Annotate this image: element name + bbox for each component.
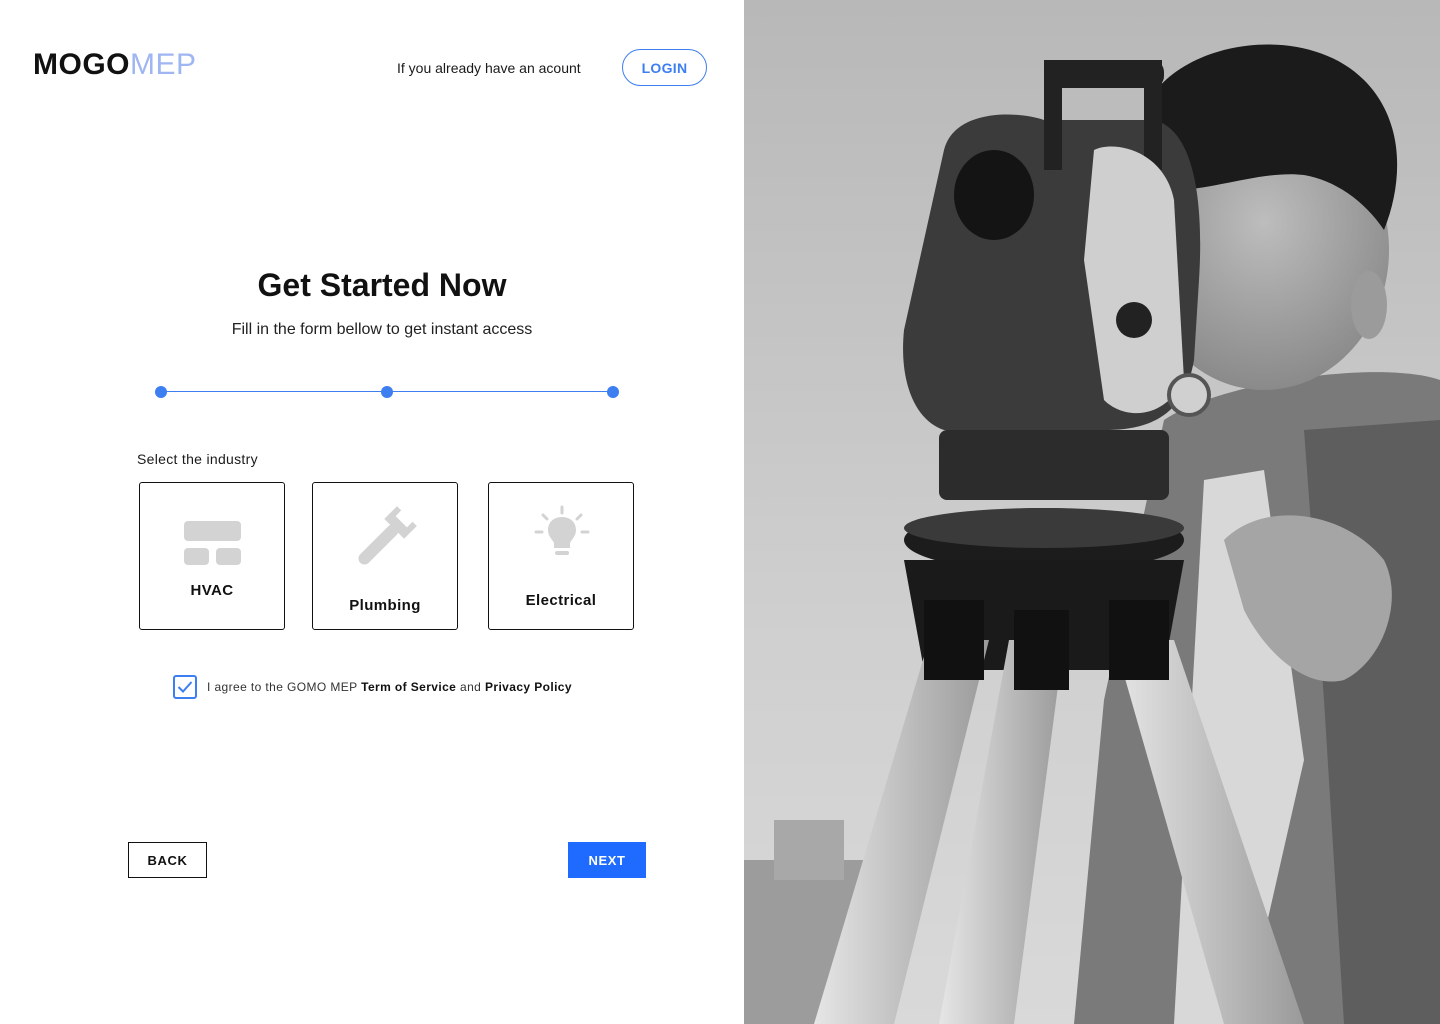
progress-stepper [155,385,619,399]
industry-card-electrical[interactable]: Electrical [488,482,634,630]
terms-of-service-link[interactable]: Term of Service [361,680,456,694]
stepper-step-1[interactable] [155,386,167,398]
next-button[interactable]: NEXT [568,842,646,878]
brand-logo[interactable]: MOGOMEP [33,48,197,82]
checkmark-icon [177,681,193,693]
stepper-step-3[interactable] [607,386,619,398]
industry-label: Select the industry [137,451,258,467]
industry-card-label: Electrical [525,592,597,609]
back-button[interactable]: BACK [128,842,207,878]
brand-logo-part2: MEP [130,48,197,81]
lightbulb-icon [534,505,590,555]
terms-and: and [456,680,485,694]
hero-image [744,0,1440,1024]
industry-card-hvac[interactable]: HVAC [139,482,285,630]
page-title: Get Started Now [257,267,507,303]
industry-card-plumbing[interactable]: Plumbing [312,482,458,630]
signup-panel: MOGOMEP If you already have an acount LO… [0,0,744,1024]
wrench-icon [358,506,417,565]
brand-logo-part1: MOGO [33,48,130,81]
login-button[interactable]: LOGIN [622,49,707,86]
terms-agreement: I agree to the GOMO MEP Term of Service … [173,675,572,699]
privacy-policy-link[interactable]: Privacy Policy [485,680,572,694]
surveyor-photo [744,0,1440,1024]
terms-prefix: I agree to the GOMO MEP [207,680,362,694]
industry-card-label: Plumbing [349,597,421,614]
terms-checkbox[interactable] [173,675,197,699]
terms-text: I agree to the GOMO MEP Term of Service … [207,680,572,694]
hvac-icon [184,521,241,565]
page-subtitle: Fill in the form bellow to get instant a… [231,321,533,338]
stepper-step-2[interactable] [381,386,393,398]
industry-card-label: HVAC [190,582,234,599]
have-account-text: If you already have an acount [397,60,581,76]
